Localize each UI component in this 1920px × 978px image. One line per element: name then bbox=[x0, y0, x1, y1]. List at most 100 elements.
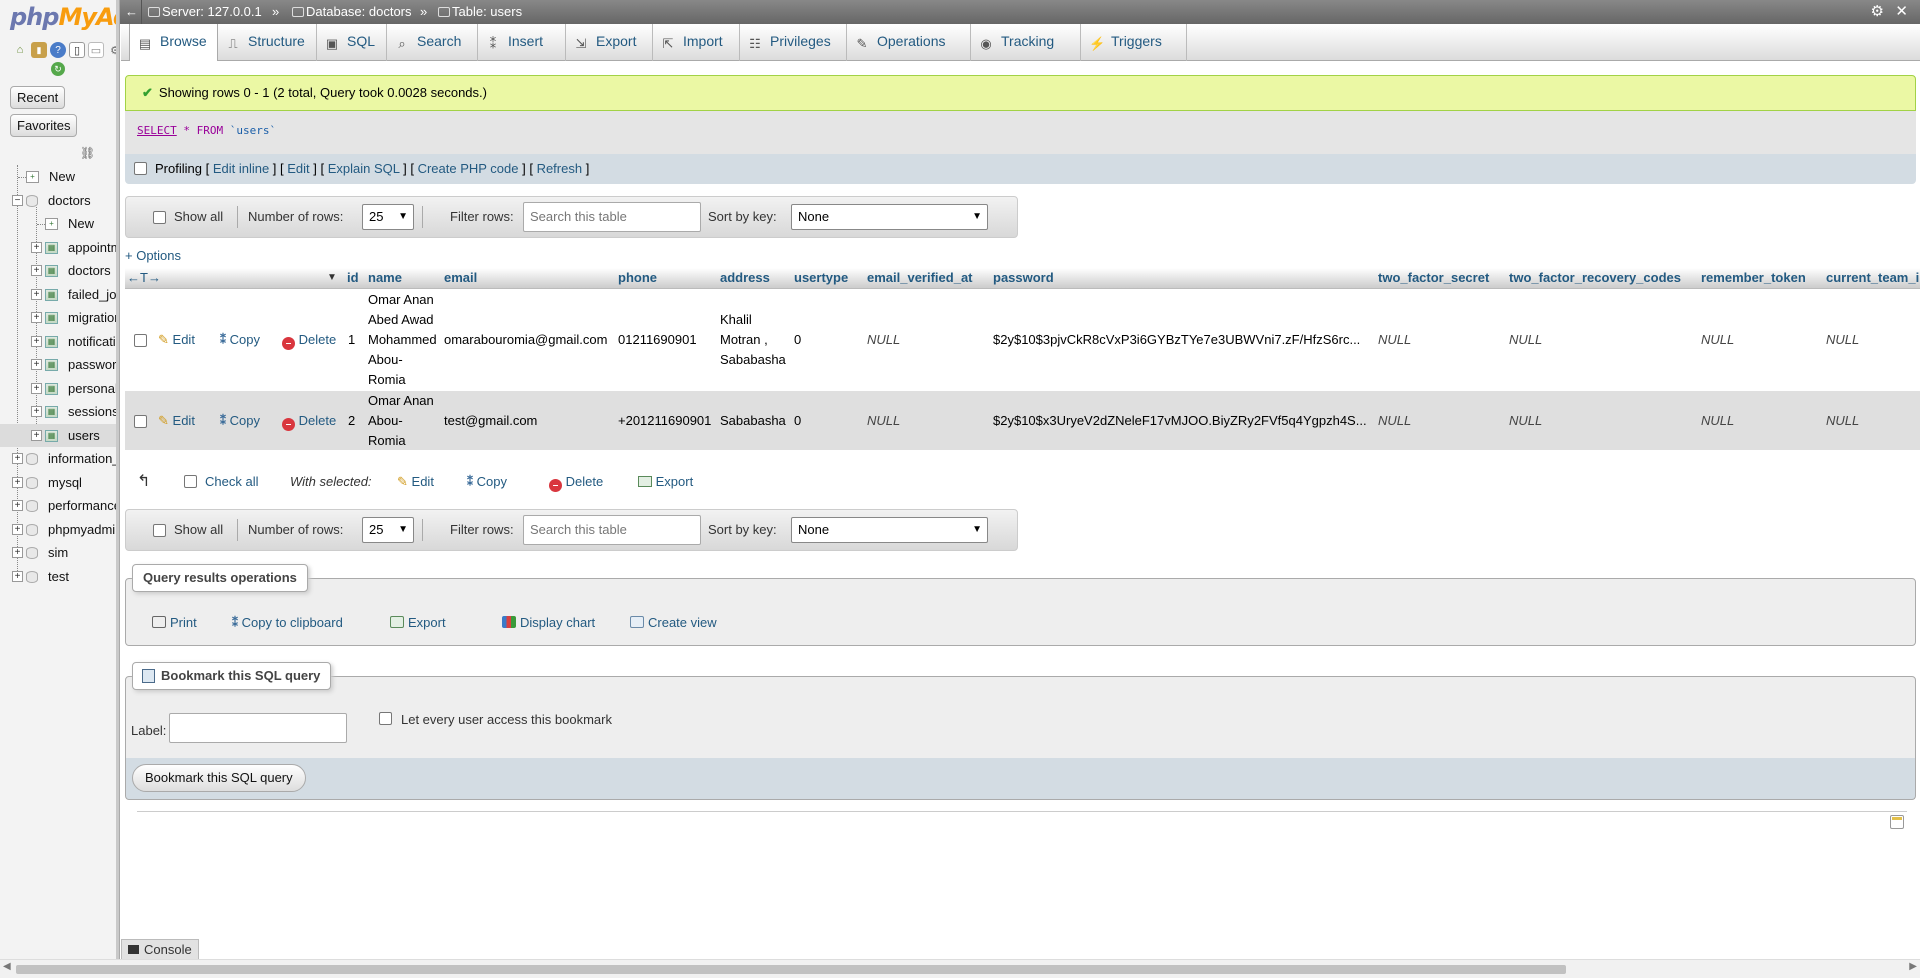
help-icon[interactable]: ? bbox=[50, 42, 66, 58]
filter-rows-input[interactable]: Search this table bbox=[523, 515, 701, 545]
tab-import[interactable]: ⇱ Import bbox=[653, 24, 740, 61]
collapse-arrow-icon[interactable]: ← bbox=[122, 0, 142, 24]
tree-item-phpmyadmin[interactable]: + phpmyadmin bbox=[0, 518, 119, 542]
cell-address[interactable]: Khalil Motran , Sababasha bbox=[720, 310, 788, 370]
column-header-email[interactable]: email bbox=[444, 268, 477, 288]
row-checkbox[interactable] bbox=[134, 334, 147, 347]
bulk-edit-button[interactable]: ✎ Edit bbox=[397, 474, 434, 490]
cell-phone[interactable]: 01211690901 bbox=[618, 332, 697, 347]
reload-icon[interactable]: ↻ bbox=[51, 62, 65, 76]
cell-current-team-id[interactable]: NULL bbox=[1826, 413, 1859, 428]
tree-item-sim[interactable]: + sim bbox=[0, 541, 119, 565]
row-edit-button[interactable]: ✎ Edit bbox=[158, 413, 195, 429]
cell-usertype[interactable]: 0 bbox=[794, 332, 801, 347]
panel-splitter[interactable] bbox=[116, 0, 119, 978]
column-header-phone[interactable]: phone bbox=[618, 268, 657, 288]
breadcrumb-database[interactable]: Database: doctors bbox=[292, 0, 412, 24]
bulk-export-button[interactable]: Export bbox=[638, 474, 693, 489]
scroll-left-icon[interactable]: ◀ bbox=[3, 961, 11, 972]
column-header-email-verified-at[interactable]: email_verified_at bbox=[867, 268, 973, 288]
tab-structure[interactable]: ⎍ Structure bbox=[218, 24, 317, 61]
link-icon[interactable]: ⛓ bbox=[80, 146, 95, 160]
cell-two-factor-recovery-codes[interactable]: NULL bbox=[1509, 332, 1542, 347]
column-header-id[interactable]: id bbox=[347, 268, 359, 288]
column-header-current-team-id[interactable]: current_team_i bbox=[1826, 268, 1919, 288]
cell-two-factor-secret[interactable]: NULL bbox=[1378, 413, 1411, 428]
tree-item-failed-jobs[interactable]: +▦ failed_jobs bbox=[0, 283, 119, 307]
tree-item-mysql[interactable]: + mysql bbox=[0, 471, 119, 495]
console-tab[interactable]: Console bbox=[121, 939, 199, 959]
expand-icon[interactable]: + bbox=[31, 265, 42, 276]
cell-id[interactable]: 1 bbox=[348, 332, 355, 347]
expand-icon[interactable]: + bbox=[31, 406, 42, 417]
tree-item-sessions[interactable]: + ▦ sessions bbox=[0, 400, 119, 424]
sort-triangle-icon[interactable]: ▼ bbox=[327, 268, 337, 288]
sql-query-box[interactable]: SELECT * FROM `users` bbox=[125, 111, 1916, 154]
settings-gear-icon[interactable]: ⚙ bbox=[1871, 0, 1884, 24]
profiling-checkbox[interactable] bbox=[134, 162, 147, 175]
cell-two-factor-secret[interactable]: NULL bbox=[1378, 332, 1411, 347]
breadcrumb-server[interactable]: Server: 127.0.0.1 bbox=[148, 0, 262, 24]
tree-item-personal-access-tokens[interactable]: +▦ personal_access_tokens bbox=[0, 377, 119, 401]
column-header-password[interactable]: password bbox=[993, 268, 1054, 288]
column-arrows-icon[interactable]: ←T→ bbox=[127, 268, 161, 288]
show-all-checkbox[interactable] bbox=[153, 211, 166, 224]
logout-icon[interactable]: ▮ bbox=[31, 42, 47, 58]
docs-icon[interactable]: ▯ bbox=[69, 42, 85, 58]
column-header-usertype[interactable]: usertype bbox=[794, 268, 848, 288]
edit-inline-link[interactable]: Edit inline bbox=[213, 161, 269, 176]
tree-item-New[interactable]: + New bbox=[0, 212, 119, 236]
cell-current-team-id[interactable]: NULL bbox=[1826, 332, 1859, 347]
sort-by-key-select[interactable]: None ▼ bbox=[791, 517, 988, 543]
cell-name[interactable]: Omar Anan Abou-Romia bbox=[368, 391, 440, 451]
bookmark-submit-button[interactable]: Bookmark this SQL query bbox=[132, 764, 306, 792]
create-view-link[interactable]: Create view bbox=[630, 615, 717, 630]
cell-email[interactable]: omarabouromia@gmail.com bbox=[444, 332, 607, 347]
settings-icon[interactable]: ▭ bbox=[88, 42, 104, 58]
row-checkbox[interactable] bbox=[134, 415, 147, 428]
phpmyadmin-logo[interactable]: phpMyAdmin bbox=[10, 3, 119, 31]
cell-remember-token[interactable]: NULL bbox=[1701, 332, 1734, 347]
print-link[interactable]: Print bbox=[152, 615, 197, 630]
create-php-code-link[interactable]: Create PHP code bbox=[418, 161, 519, 176]
edit-link[interactable]: Edit bbox=[287, 161, 309, 176]
tab-operations[interactable]: ✎ Operations bbox=[847, 24, 971, 61]
expand-icon[interactable]: + bbox=[31, 288, 42, 300]
number-of-rows-select[interactable]: 25 ▼ bbox=[362, 517, 414, 543]
tree-item-New[interactable]: + New bbox=[0, 165, 119, 189]
scrollbar-thumb[interactable] bbox=[16, 965, 1566, 974]
tree-item-information-schema[interactable]: + information_schema bbox=[0, 447, 119, 471]
cell-remember-token[interactable]: NULL bbox=[1701, 413, 1734, 428]
cell-address[interactable]: Sababasha bbox=[720, 413, 786, 428]
column-header-remember-token[interactable]: remember_token bbox=[1701, 268, 1806, 288]
check-all-checkbox[interactable] bbox=[184, 475, 197, 488]
cell-password[interactable]: $2y$10$x3UryeV2dZNeleF17vMJOO.BiyZRy2FVf… bbox=[993, 413, 1367, 428]
collapse-icon[interactable]: − bbox=[12, 194, 23, 206]
tab-triggers[interactable]: ⚡ Triggers bbox=[1081, 24, 1187, 61]
tab-tracking[interactable]: ◉ Tracking bbox=[971, 24, 1081, 61]
expand-icon[interactable]: + bbox=[12, 500, 23, 511]
bulk-copy-button[interactable]: ⁑ Copy bbox=[467, 474, 507, 489]
tree-item-users[interactable]: + ▦ users bbox=[0, 423, 119, 447]
tree-item-notifications[interactable]: +▦ notifications bbox=[0, 330, 119, 354]
cell-name[interactable]: Omar Anan Abed Awad Mohammed Abou-Romia bbox=[368, 290, 440, 390]
tab-insert[interactable]: ⁑ Insert bbox=[478, 24, 566, 61]
expand-icon[interactable]: + bbox=[31, 382, 42, 394]
favorites-button[interactable]: Favorites bbox=[10, 114, 78, 137]
tab-export[interactable]: ⇲ Export bbox=[566, 24, 653, 61]
cell-id[interactable]: 2 bbox=[348, 413, 355, 428]
close-icon[interactable]: ✕ bbox=[1895, 0, 1908, 24]
expand-icon[interactable]: + bbox=[31, 359, 42, 370]
row-edit-button[interactable]: ✎ Edit bbox=[158, 332, 195, 348]
options-link[interactable]: + Options bbox=[125, 248, 181, 263]
sort-by-key-select[interactable]: None ▼ bbox=[791, 204, 988, 230]
expand-icon[interactable]: + bbox=[12, 547, 23, 558]
tab-search[interactable]: ⌕ Search bbox=[387, 24, 478, 61]
export-link[interactable]: Export bbox=[390, 615, 446, 630]
row-copy-button[interactable]: ⁑ Copy bbox=[220, 413, 260, 428]
row-copy-button[interactable]: ⁑ Copy bbox=[220, 332, 260, 347]
bookmark-label-input[interactable] bbox=[169, 713, 347, 743]
cell-password[interactable]: $2y$10$3pjvCkR8cVxP3i6GYBzTYe7e3UBWVni7.… bbox=[993, 332, 1360, 347]
check-all-link[interactable]: Check all bbox=[205, 474, 258, 489]
expand-icon[interactable]: + bbox=[31, 312, 42, 323]
